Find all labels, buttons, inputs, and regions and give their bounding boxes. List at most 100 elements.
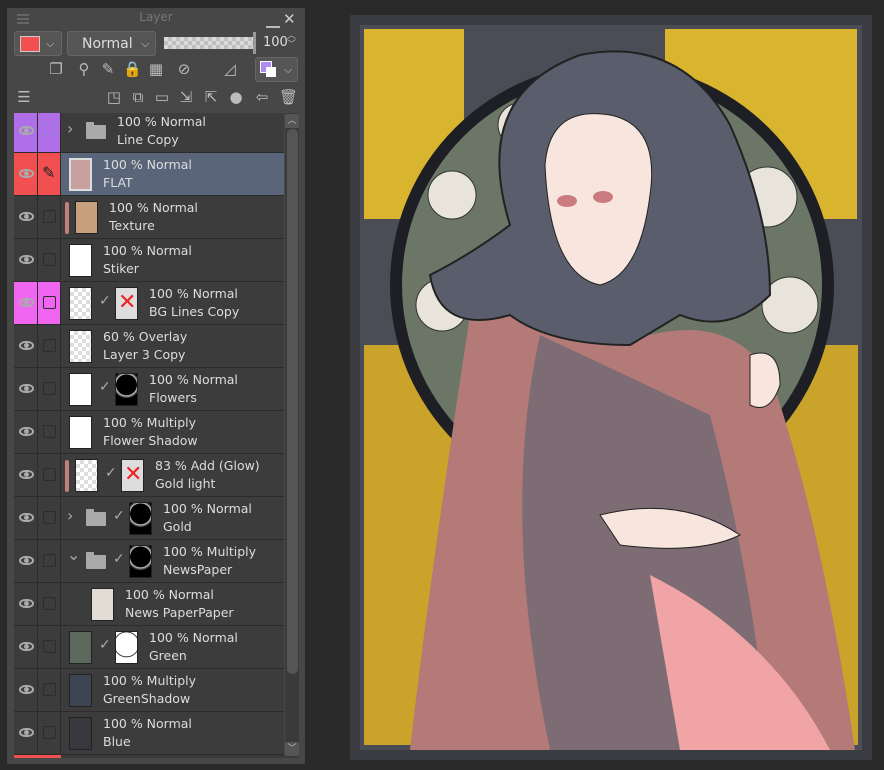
- scroll-up-button[interactable]: ︿: [285, 114, 299, 128]
- layer-row[interactable]: ✓ 100 % Normal Flowers: [14, 368, 284, 411]
- visibility-toggle[interactable]: [14, 239, 38, 281]
- layer-row[interactable]: ✓ 100 % Normal Green: [14, 626, 284, 669]
- layer-select-toggle[interactable]: [38, 196, 61, 238]
- layer-select-toggle[interactable]: [38, 368, 61, 410]
- chevron-down-icon[interactable]: ⌄: [67, 545, 80, 564]
- layer-row[interactable]: 100 % Multiply Flower Shadow: [14, 411, 284, 454]
- draft-layer-icon[interactable]: ✎: [99, 60, 117, 78]
- ruler-toggle-icon[interactable]: ◿: [221, 60, 239, 78]
- layer-select-toggle[interactable]: [38, 583, 61, 625]
- visibility-toggle[interactable]: [14, 411, 38, 453]
- chevron-right-icon[interactable]: ›: [67, 119, 73, 138]
- delete-icon[interactable]: 🗑: [279, 88, 298, 106]
- lock-icon[interactable]: 🔒: [123, 60, 142, 78]
- visibility-toggle[interactable]: [14, 196, 38, 238]
- visibility-toggle[interactable]: [14, 325, 38, 367]
- checkbox: [43, 253, 56, 266]
- layer-select-toggle[interactable]: [38, 239, 61, 281]
- layer-content[interactable]: › 100 % Normal Line Copy: [61, 113, 284, 152]
- transfer-down-icon[interactable]: ⇲: [177, 88, 195, 106]
- layer-content[interactable]: ✓ 100 % Normal Green: [61, 626, 284, 668]
- layer-content[interactable]: 100 % Multiply GreenShadow: [61, 669, 284, 711]
- opacity-value[interactable]: 100: [263, 35, 288, 50]
- layer-content[interactable]: 60 % Overlay Layer 3 Copy: [61, 325, 284, 367]
- new-raster-layer-icon[interactable]: ◳: [105, 88, 123, 106]
- visibility-toggle[interactable]: [14, 497, 38, 539]
- visibility-toggle[interactable]: [14, 368, 38, 410]
- layer-row[interactable]: › 100 % Normal Line Copy: [14, 113, 284, 153]
- layer-color-toggle[interactable]: ⌵: [255, 57, 298, 82]
- opacity-slider[interactable]: [164, 37, 254, 49]
- visibility-toggle[interactable]: [14, 113, 38, 152]
- layer-row[interactable]: 100 % Normal Blue: [14, 712, 284, 755]
- layer-content[interactable]: 100 % Normal News PaperPaper: [61, 583, 284, 625]
- layer-row[interactable]: 60 % Overlay Layer 3 Copy: [14, 325, 284, 368]
- mask-toggle-icon[interactable]: ⊘: [175, 60, 193, 78]
- layer-select-toggle[interactable]: [38, 626, 61, 668]
- layer-content[interactable]: ⌄ ✓ 100 % Multiply NewsPaper: [61, 540, 284, 582]
- layer-select-toggle[interactable]: [38, 411, 61, 453]
- layer-select-toggle[interactable]: [38, 669, 61, 711]
- visibility-toggle[interactable]: [14, 454, 38, 496]
- layer-mask-icon[interactable]: ●: [227, 88, 245, 106]
- layer-select-toggle[interactable]: ✎: [38, 153, 61, 195]
- canvas[interactable]: [350, 15, 872, 760]
- layer-blend-opacity: 100 % Multiply: [163, 544, 257, 559]
- visibility-toggle[interactable]: [14, 153, 38, 195]
- layer-content[interactable]: ✓ 100 % Normal Flowers: [61, 368, 284, 410]
- apply-mask-icon[interactable]: ⇦: [253, 88, 271, 106]
- layer-content[interactable]: ✓ ✕ 100 % Normal BG Lines Copy: [61, 282, 284, 324]
- layer-content[interactable]: 100 % Normal FLAT: [61, 153, 284, 195]
- layer-row[interactable]: ✓ ✕ 100 % Normal BG Lines Copy: [14, 282, 284, 325]
- scrollbar[interactable]: ︿ ﹀: [285, 113, 299, 758]
- visibility-toggle[interactable]: [14, 626, 38, 668]
- reference-layer-icon[interactable]: ⚲: [75, 60, 93, 78]
- layer-content[interactable]: 100 % Normal Texture: [61, 196, 284, 238]
- layer-select-toggle[interactable]: [38, 325, 61, 367]
- layer-content[interactable]: › ✓ 100 % Normal Gold: [61, 497, 284, 539]
- layer-select-toggle[interactable]: [38, 497, 61, 539]
- layer-select-toggle[interactable]: [38, 712, 61, 754]
- opacity-stepper[interactable]: ︿ ﹀: [287, 32, 296, 50]
- new-vector-layer-icon[interactable]: ⧉: [129, 88, 147, 106]
- layer-row[interactable]: 100 % Normal News PaperPaper: [14, 583, 284, 626]
- clip-to-lower-icon[interactable]: ❐: [47, 60, 65, 78]
- visibility-toggle[interactable]: [14, 540, 38, 582]
- layer-content[interactable]: 100 % Multiply Flower Shadow: [61, 411, 284, 453]
- layer-content[interactable]: 100 % Normal Stiker: [61, 239, 284, 281]
- visibility-toggle[interactable]: [14, 712, 38, 754]
- opacity-slider-handle[interactable]: [253, 32, 256, 54]
- mask-thumbnail: [129, 502, 152, 535]
- lock-transparent-icon[interactable]: ▦: [147, 60, 165, 78]
- close-button[interactable]: ✕: [283, 10, 296, 28]
- layer-row[interactable]: 100 % Multiply GreenShadow: [14, 669, 284, 712]
- layer-content[interactable]: ✓ ✕ 83 % Add (Glow) Gold light: [61, 454, 284, 496]
- layer-row[interactable]: 100 % Normal Stiker: [14, 239, 284, 282]
- layer-color-button[interactable]: ⌵: [14, 31, 62, 56]
- chevron-right-icon[interactable]: ›: [67, 506, 73, 525]
- visibility-toggle[interactable]: [14, 669, 38, 711]
- layer-row[interactable]: › ✓ 100 % Normal Gold: [14, 497, 284, 540]
- layer-row[interactable]: ✓ ✕ 83 % Add (Glow) Gold light: [14, 454, 284, 497]
- layer-select-toggle[interactable]: [38, 113, 61, 152]
- layer-select-toggle[interactable]: [38, 540, 61, 582]
- main-color-swatch: [20, 36, 40, 52]
- scroll-down-button[interactable]: ﹀: [285, 742, 299, 756]
- layer-select-toggle[interactable]: [38, 282, 61, 324]
- layer-thumbnail: [69, 631, 92, 664]
- layer-property-icon[interactable]: ☰: [15, 88, 33, 106]
- minimize-button[interactable]: [266, 12, 280, 28]
- merge-down-icon[interactable]: ⇱: [202, 88, 220, 106]
- layer-name: Green: [149, 648, 187, 663]
- new-folder-icon[interactable]: ▭: [153, 88, 171, 106]
- blend-mode-select[interactable]: Normal ⌵: [67, 31, 156, 56]
- visibility-toggle[interactable]: [14, 583, 38, 625]
- layer-row[interactable]: ⌄ ✓ 100 % Multiply NewsPaper: [14, 540, 284, 583]
- layer-row[interactable]: ✎ 100 % Normal FLAT: [14, 153, 284, 196]
- visibility-toggle[interactable]: [14, 282, 38, 324]
- scrollbar-thumb[interactable]: [287, 129, 298, 674]
- layer-thumbnail: [75, 201, 98, 234]
- layer-content[interactable]: 100 % Normal Blue: [61, 712, 284, 754]
- layer-row[interactable]: 100 % Normal Texture: [14, 196, 284, 239]
- layer-select-toggle[interactable]: [38, 454, 61, 496]
